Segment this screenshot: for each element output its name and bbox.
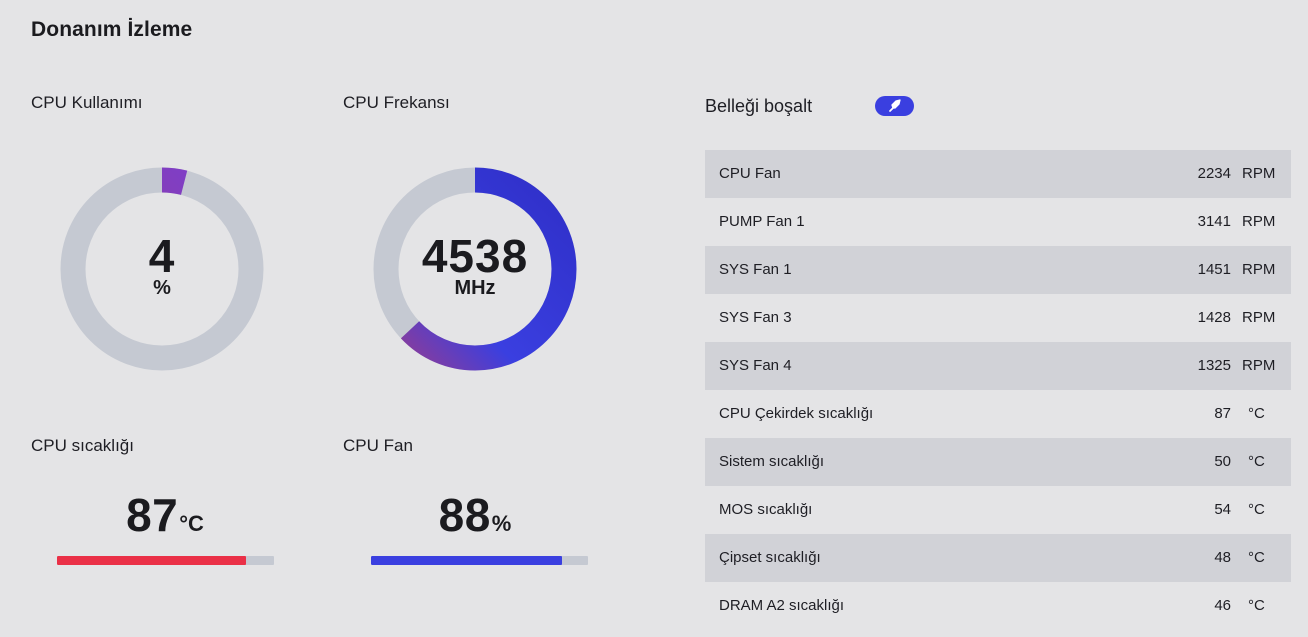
cpu-temperature-readout: 87°C [56, 492, 274, 538]
rocket-icon [889, 99, 901, 112]
sensor-row: SYS Fan 3 1428 RPM [705, 294, 1291, 342]
sensor-unit: RPM [1242, 165, 1276, 182]
sensor-unit: °C [1248, 597, 1265, 614]
sensor-row: CPU Fan 2234 RPM [705, 150, 1291, 198]
sensor-unit: °C [1248, 501, 1265, 518]
sensor-name: SYS Fan 3 [719, 309, 792, 326]
sensor-row: SYS Fan 1 1451 RPM [705, 246, 1291, 294]
sensor-name: DRAM A2 sıcaklığı [719, 597, 845, 614]
sensor-value: 54 [1214, 501, 1231, 518]
sensor-name: MOS sıcaklığı [719, 501, 813, 518]
sensor-value: 1451 [1197, 261, 1231, 278]
sensor-value: 50 [1214, 453, 1231, 470]
sensor-table: CPU Fan 2234 RPM PUMP Fan 1 3141 RPM SYS Fan 1… [705, 150, 1291, 630]
sensor-value: 1428 [1197, 309, 1231, 326]
sensor-name: PUMP Fan 1 [719, 213, 805, 230]
sensor-value: 48 [1214, 549, 1231, 566]
page-title: Donanım İzleme [31, 18, 193, 41]
sensor-value: 2234 [1197, 165, 1231, 182]
sensor-unit: RPM [1242, 261, 1276, 278]
sensor-unit: RPM [1242, 213, 1276, 230]
free-memory-button[interactable] [875, 96, 914, 116]
sensor-row: DRAM A2 sıcaklığı 46 °C [705, 582, 1291, 630]
sensor-name: CPU Fan [719, 165, 781, 182]
free-memory-label: Belleği boşalt [705, 96, 813, 116]
sensor-value: 46 [1214, 597, 1231, 614]
sensor-row: CPU Çekirdek sıcaklığı 87 °C [705, 390, 1291, 438]
cpu-usage-label: CPU Kullanımı [31, 93, 143, 112]
cpu-fan-bar [371, 556, 588, 565]
cpu-frequency-unit: MHz [454, 277, 496, 299]
cpu-usage-unit: % [153, 277, 171, 299]
cpu-usage-value: 4 [148, 230, 176, 282]
sensor-unit: RPM [1242, 309, 1276, 326]
cpu-usage-gauge: 4 % [58, 165, 266, 373]
cpu-temperature-unit: °C [179, 511, 204, 536]
sensor-name: SYS Fan 1 [719, 261, 792, 278]
sensor-row: SYS Fan 4 1325 RPM [705, 342, 1291, 390]
cpu-frequency-gauge: 4538 MHz [371, 165, 579, 373]
sensor-unit: °C [1248, 453, 1265, 470]
cpu-fan-readout: 88% [366, 492, 584, 538]
sensor-row: Çipset sıcaklığı 48 °C [705, 534, 1291, 582]
cpu-fan-unit: % [491, 511, 512, 536]
sensor-name: Sistem sıcaklığı [719, 453, 825, 470]
sensor-row: Sistem sıcaklığı 50 °C [705, 438, 1291, 486]
cpu-frequency-value: 4538 [421, 230, 529, 282]
sensor-value: 3141 [1197, 213, 1231, 230]
sensor-value: 87 [1214, 405, 1231, 422]
sensor-name: CPU Çekirdek sıcaklığı [719, 405, 874, 422]
cpu-temperature-bar-fill [57, 556, 246, 565]
cpu-temperature-bar [57, 556, 274, 565]
sensor-value: 1325 [1197, 357, 1231, 374]
cpu-frequency-label: CPU Frekansı [343, 93, 450, 112]
sensor-name: Çipset sıcaklığı [719, 549, 821, 566]
sensor-row: PUMP Fan 1 3141 RPM [705, 198, 1291, 246]
sensor-row: MOS sıcaklığı 54 °C [705, 486, 1291, 534]
sensor-unit: °C [1248, 405, 1265, 422]
cpu-fan-value: 88 [438, 489, 491, 541]
sensor-unit: °C [1248, 549, 1265, 566]
cpu-fan-bar-fill [371, 556, 562, 565]
cpu-temperature-value: 87 [126, 489, 179, 541]
cpu-fan-label: CPU Fan [343, 436, 413, 455]
sensor-unit: RPM [1242, 357, 1276, 374]
cpu-temperature-label: CPU sıcaklığı [31, 436, 134, 455]
sensor-name: SYS Fan 4 [719, 357, 792, 374]
